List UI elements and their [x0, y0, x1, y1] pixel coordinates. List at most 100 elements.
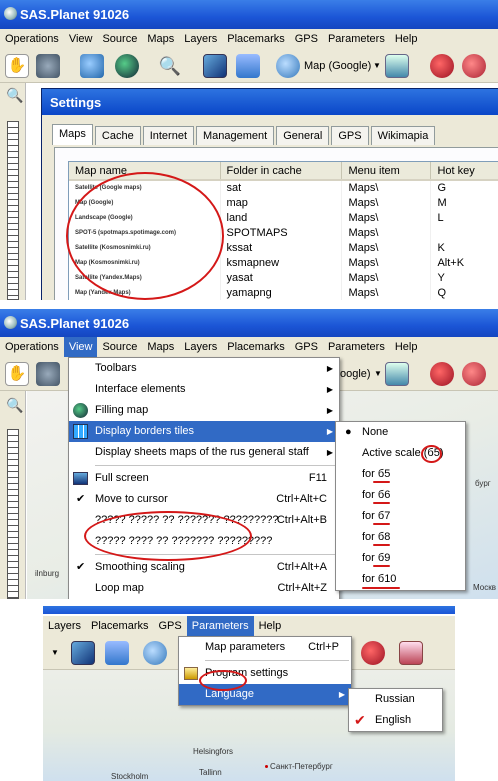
menu-view[interactable]: View — [63, 337, 98, 357]
layers-icon[interactable] — [105, 641, 129, 665]
map-view-icon[interactable] — [203, 54, 227, 78]
menu-view[interactable]: View — [64, 29, 98, 49]
cache-tool-icon[interactable] — [36, 362, 60, 386]
menu-maps[interactable]: Maps — [142, 337, 179, 357]
submenu-item-scale[interactable]: for б7 — [336, 506, 465, 527]
map-view-icon[interactable] — [71, 641, 95, 665]
menu-item-move-to-cursor[interactable]: ✔ Move to cursor Ctrl+Alt+C — [69, 489, 339, 510]
menu-operations[interactable]: Operations — [0, 337, 64, 357]
marker-delete-icon[interactable] — [462, 362, 486, 386]
menu-help[interactable]: Help — [390, 337, 423, 357]
menu-item-display-borders-tiles[interactable]: Display borders tiles ▶ — [69, 421, 339, 442]
submenu-item-none[interactable]: ● None — [336, 422, 465, 443]
menu-placemarks[interactable]: Placemarks — [86, 616, 153, 636]
annotation-underline — [373, 481, 390, 483]
folder-cell: land — [220, 210, 343, 225]
menu-cell: Maps\ — [341, 195, 432, 210]
submenu-item-scale[interactable]: for б6 — [336, 485, 465, 506]
menu-gps[interactable]: GPS — [290, 337, 323, 357]
hand-tool-icon[interactable]: ✋ — [5, 54, 29, 78]
marker-add-icon[interactable] — [430, 54, 454, 78]
submenu-item-label: for б10 — [362, 573, 397, 585]
window-title-bar[interactable]: SAS.Planet 91026 — [0, 0, 498, 29]
search-icon[interactable]: 🔍 — [158, 54, 182, 78]
column-header-folder[interactable]: Folder in cache — [220, 162, 343, 181]
menu-gps[interactable]: GPS — [154, 616, 187, 636]
submenu-item-english[interactable]: ✔ English — [349, 710, 442, 731]
menu-item-toolbars[interactable]: Toolbars ▶ — [69, 358, 339, 379]
calendar-icon[interactable] — [385, 54, 409, 78]
menu-item-smoothing-scaling[interactable]: ✔ Smoothing scaling Ctrl+Alt+A — [69, 557, 339, 578]
submenu-arrow-icon: ▶ — [326, 448, 333, 457]
map-source-icon[interactable] — [276, 54, 300, 78]
marker-add-icon[interactable] — [430, 362, 454, 386]
map-dropdown[interactable]: oogle) — [340, 368, 371, 380]
menu-placemarks[interactable]: Placemarks — [222, 29, 289, 49]
menu-operations[interactable]: Operations — [0, 29, 64, 49]
globe-icon[interactable] — [115, 54, 139, 78]
chevron-down-icon[interactable]: ▼ — [374, 369, 382, 378]
menu-item-full-screen[interactable]: Full screen F11 — [69, 468, 339, 489]
tab-management[interactable]: Management — [196, 126, 275, 145]
menu-parameters[interactable]: Parameters — [323, 29, 390, 49]
folder-cell: ksmapnew — [220, 255, 343, 270]
hand-tool-icon[interactable]: ✋ — [5, 362, 29, 386]
submenu-item-russian[interactable]: Russian — [349, 689, 442, 710]
zoom-slider[interactable] — [7, 429, 19, 599]
zoom-in-icon[interactable]: 🔍 — [6, 87, 23, 104]
tab-gps[interactable]: GPS — [331, 126, 369, 145]
menu-layers[interactable]: Layers — [179, 337, 222, 357]
calendar-icon[interactable] — [385, 362, 409, 386]
menu-item-filling-map[interactable]: Filling map ▶ — [69, 400, 339, 421]
annotation-circle-program — [199, 670, 247, 691]
layers-icon[interactable] — [236, 54, 260, 78]
menu-placemarks[interactable]: Placemarks — [222, 337, 289, 357]
submenu-item-active-scale[interactable]: Active scale (б5) — [336, 443, 465, 464]
column-header-menu-item[interactable]: Menu item — [341, 162, 432, 181]
menu-layers[interactable]: Layers — [43, 616, 86, 636]
map-dropdown[interactable]: Map (Google) — [304, 60, 371, 72]
zoom-slider[interactable] — [7, 121, 19, 300]
menu-help[interactable]: Help — [390, 29, 423, 49]
tab-internet[interactable]: Internet — [142, 126, 195, 145]
menu-gps[interactable]: GPS — [290, 29, 323, 49]
app-icon — [4, 316, 17, 329]
hotkey-cell: G — [430, 180, 498, 195]
tab-general[interactable]: General — [276, 126, 330, 145]
menu-item-interface-elements[interactable]: Interface elements ▶ — [69, 379, 339, 400]
tab-wikimapia[interactable]: Wikimapia — [370, 126, 436, 145]
menu-item-loop-map[interactable]: Loop map Ctrl+Alt+Z — [69, 578, 339, 599]
cache-tool-icon[interactable] — [36, 54, 60, 78]
marker-add-icon[interactable] — [361, 641, 385, 665]
marker-delete-icon[interactable] — [462, 54, 486, 78]
menu-cell: Maps\ — [341, 285, 432, 300]
annotation-underline — [373, 565, 390, 567]
map-source-icon[interactable] — [143, 641, 167, 665]
menu-source[interactable]: Source — [97, 29, 142, 49]
menu-help[interactable]: Help — [254, 616, 287, 636]
toolbar: ✋ 🔍 Map (Google) ▼ — [0, 49, 498, 83]
save-globe-icon[interactable] — [80, 54, 104, 78]
submenu-item-scale[interactable]: for б8 — [336, 527, 465, 548]
menu-parameters[interactable]: Parameters — [323, 337, 390, 357]
menu-item-display-sheets[interactable]: Display sheets maps of the rus general s… — [69, 442, 339, 463]
zoom-in-icon[interactable]: 🔍 — [6, 397, 23, 414]
menu-item-map-parameters[interactable]: Map parameters Ctrl+P — [179, 637, 351, 658]
chevron-down-icon[interactable]: ▼ — [373, 61, 381, 70]
window-title-bar[interactable]: SAS.Planet 91026 — [0, 309, 498, 337]
menu-maps[interactable]: Maps — [142, 29, 179, 49]
menu-cell: Maps\ — [341, 270, 432, 285]
menu-parameters[interactable]: Parameters — [186, 616, 254, 636]
submenu-item-scale[interactable]: for б10 — [336, 569, 465, 590]
app-icon — [4, 7, 17, 20]
column-header-hot-key[interactable]: Hot key — [430, 162, 498, 181]
menu-layers[interactable]: Layers — [179, 29, 222, 49]
submenu-item-scale[interactable]: for б9 — [336, 548, 465, 569]
tab-cache[interactable]: Cache — [94, 126, 141, 145]
document-icon[interactable] — [399, 641, 423, 665]
tab-maps[interactable]: Maps — [52, 124, 93, 145]
chevron-down-icon[interactable]: ▼ — [51, 648, 59, 657]
menu-cell: Maps\ — [341, 255, 432, 270]
submenu-item-scale[interactable]: for б5 — [336, 464, 465, 485]
menu-source[interactable]: Source — [97, 337, 142, 357]
